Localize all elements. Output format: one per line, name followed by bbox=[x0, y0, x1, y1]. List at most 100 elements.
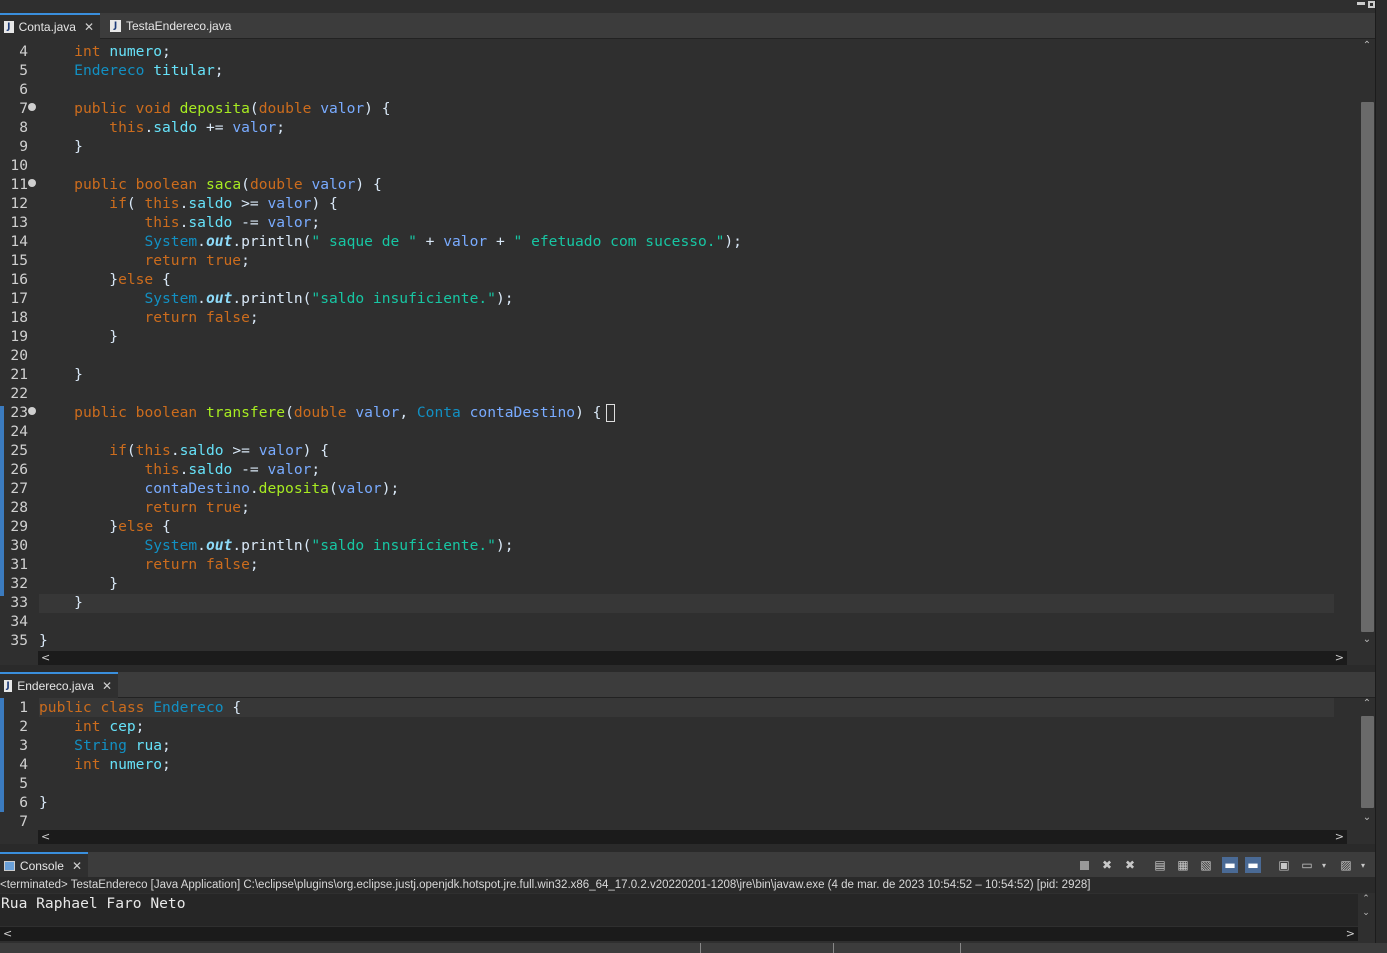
scroll-thumb[interactable] bbox=[1361, 716, 1374, 808]
editor-console-splitter[interactable] bbox=[0, 844, 1375, 852]
scroll-left-icon[interactable]: < bbox=[3, 927, 12, 941]
code-line[interactable]: return true; bbox=[39, 498, 1334, 517]
console-output[interactable]: Rua Raphael Faro Neto bbox=[0, 894, 1358, 926]
scroll-down-icon[interactable]: ⌄ bbox=[1359, 634, 1375, 645]
open-console-icon[interactable]: ▨ bbox=[1338, 857, 1354, 873]
minimize-icon[interactable] bbox=[1357, 2, 1365, 5]
code-line[interactable]: if(this.saldo >= valor) { bbox=[39, 441, 1334, 460]
code-line[interactable]: System.out.println("saldo insuficiente."… bbox=[39, 536, 1334, 555]
code-line[interactable]: } bbox=[39, 327, 1334, 346]
scroll-lock-icon[interactable]: ▦ bbox=[1175, 857, 1191, 873]
scroll-down-icon[interactable]: ⌄ bbox=[1358, 908, 1374, 918]
code-line[interactable]: contaDestino.deposita(valor); bbox=[39, 479, 1334, 498]
line-number: 35 bbox=[10, 632, 28, 649]
code-line[interactable]: }else { bbox=[39, 270, 1334, 289]
top-vertical-scrollbar[interactable]: ⌃ ⌄ bbox=[1359, 40, 1375, 652]
tab-conta-java[interactable]: J Conta.java ✕ bbox=[0, 13, 100, 39]
code-line[interactable]: int cep; bbox=[39, 717, 1334, 736]
fold-toggle-icon[interactable] bbox=[28, 103, 36, 111]
java-file-icon: J bbox=[4, 680, 13, 692]
code-line[interactable]: System.out.println("saldo insuficiente."… bbox=[39, 289, 1334, 308]
code-line[interactable]: public boolean saca(double valor) { bbox=[39, 175, 1334, 194]
code-line[interactable]: return false; bbox=[39, 555, 1334, 574]
scroll-up-icon[interactable]: ⌃ bbox=[1359, 40, 1375, 51]
close-icon[interactable]: ✕ bbox=[84, 20, 94, 34]
line-number: 14 bbox=[10, 233, 28, 250]
scroll-up-icon[interactable]: ⌃ bbox=[1358, 894, 1374, 904]
tab-label: Console bbox=[19, 859, 64, 873]
line-number: 34 bbox=[10, 613, 28, 630]
code-line[interactable]: }else { bbox=[39, 517, 1334, 536]
code-line[interactable] bbox=[39, 774, 1334, 793]
clear-console-icon[interactable]: ▤ bbox=[1152, 857, 1168, 873]
code-line[interactable] bbox=[39, 156, 1334, 175]
console-horizontal-scrollbar[interactable]: < > bbox=[0, 927, 1358, 941]
code-line[interactable]: } bbox=[39, 574, 1334, 593]
code-line[interactable] bbox=[39, 80, 1334, 99]
editor-splitter[interactable] bbox=[0, 665, 1375, 672]
code-line[interactable] bbox=[39, 346, 1334, 365]
code-line[interactable]: return false; bbox=[39, 308, 1334, 327]
scroll-right-icon[interactable]: > bbox=[1335, 651, 1344, 665]
scroll-left-icon[interactable]: < bbox=[41, 651, 50, 665]
tab-console[interactable]: Console ✕ bbox=[0, 852, 88, 878]
console-icon bbox=[4, 861, 15, 871]
code-line[interactable] bbox=[39, 384, 1334, 403]
code-line[interactable]: public void deposita(double valor) { bbox=[39, 99, 1334, 118]
word-wrap-icon[interactable]: ▧ bbox=[1198, 857, 1214, 873]
console-vertical-scrollbar[interactable]: ⌃ ⌄ bbox=[1358, 894, 1374, 926]
code-line[interactable] bbox=[39, 812, 1334, 830]
code-line[interactable]: public class Endereco { bbox=[39, 698, 1334, 717]
terminated-label: <terminated> TestaEndereco [Java Applica… bbox=[0, 877, 1375, 893]
show-on-stderr-icon[interactable]: ▬ bbox=[1245, 857, 1261, 873]
close-icon[interactable]: ✕ bbox=[102, 679, 112, 693]
chevron-down-icon[interactable]: ▾ bbox=[1355, 857, 1371, 873]
bottom-vertical-scrollbar[interactable]: ⌃ ⌄ bbox=[1359, 698, 1375, 830]
code-line[interactable]: System.out.println(" saque de " + valor … bbox=[39, 232, 1334, 251]
code-line[interactable]: Endereco titular; bbox=[39, 61, 1334, 80]
line-number: 10 bbox=[10, 157, 28, 174]
scroll-left-icon[interactable]: < bbox=[41, 830, 50, 844]
bottom-horizontal-scrollbar[interactable]: < > bbox=[38, 830, 1347, 844]
remove-all-terminated-icon[interactable]: ✖ bbox=[1122, 857, 1138, 873]
code-line[interactable]: } bbox=[39, 365, 1334, 384]
scroll-right-icon[interactable]: > bbox=[1346, 927, 1355, 941]
code-line[interactable]: } bbox=[39, 137, 1334, 156]
code-line[interactable]: int numero; bbox=[39, 755, 1334, 774]
pin-console-icon[interactable]: ▣ bbox=[1276, 857, 1292, 873]
maximize-icon[interactable] bbox=[1368, 1, 1375, 8]
top-code-editor[interactable]: 4 5 6 7 8 9 10 11 12 13 14 15 16 17 18 19 20 21 22 23 24 25 26… bbox=[0, 40, 1362, 652]
display-selected-console-icon[interactable]: ▭ bbox=[1299, 857, 1315, 873]
code-line[interactable]: } bbox=[39, 593, 1334, 612]
tab-testaendereco-java[interactable]: J TestaEndereco.java bbox=[106, 13, 237, 39]
show-on-stdout-icon[interactable]: ▬ bbox=[1222, 857, 1238, 873]
code-line[interactable] bbox=[39, 422, 1334, 441]
code-line[interactable]: this.saldo -= valor; bbox=[39, 460, 1334, 479]
top-horizontal-scrollbar[interactable]: < > bbox=[38, 651, 1347, 665]
code-line[interactable] bbox=[39, 612, 1334, 631]
code-line[interactable]: public boolean transfere(double valor, C… bbox=[39, 403, 1334, 422]
chevron-down-icon[interactable]: ▾ bbox=[1316, 857, 1332, 873]
code-line[interactable]: this.saldo += valor; bbox=[39, 118, 1334, 137]
bottom-code-editor[interactable]: 1 2 3 4 5 6 7 public class Endereco { int cep;… bbox=[0, 698, 1362, 830]
tab-endereco-java[interactable]: J Endereco.java ✕ bbox=[0, 672, 118, 698]
code-area[interactable]: int numero; Endereco titular; public voi… bbox=[39, 40, 1334, 652]
fold-toggle-icon[interactable] bbox=[28, 179, 36, 187]
code-line[interactable]: if( this.saldo >= valor) { bbox=[39, 194, 1334, 213]
code-line[interactable]: } bbox=[39, 793, 1334, 812]
code-line[interactable]: } bbox=[39, 631, 1334, 650]
scroll-down-icon[interactable]: ⌄ bbox=[1359, 812, 1375, 823]
terminate-icon[interactable] bbox=[1076, 857, 1092, 873]
scroll-up-icon[interactable]: ⌃ bbox=[1359, 698, 1375, 709]
fold-toggle-icon[interactable] bbox=[28, 407, 36, 415]
code-line[interactable]: int numero; bbox=[39, 42, 1334, 61]
code-line[interactable]: this.saldo -= valor; bbox=[39, 213, 1334, 232]
remove-launch-icon[interactable]: ✖ bbox=[1099, 857, 1115, 873]
code-line[interactable]: String rua; bbox=[39, 736, 1334, 755]
scroll-right-icon[interactable]: > bbox=[1335, 830, 1344, 844]
code-area[interactable]: public class Endereco { int cep; String … bbox=[39, 698, 1334, 830]
scroll-thumb[interactable] bbox=[1361, 102, 1374, 632]
close-icon[interactable]: ✕ bbox=[72, 859, 82, 873]
code-line[interactable]: return true; bbox=[39, 251, 1334, 270]
line-number: 4 bbox=[19, 43, 28, 60]
